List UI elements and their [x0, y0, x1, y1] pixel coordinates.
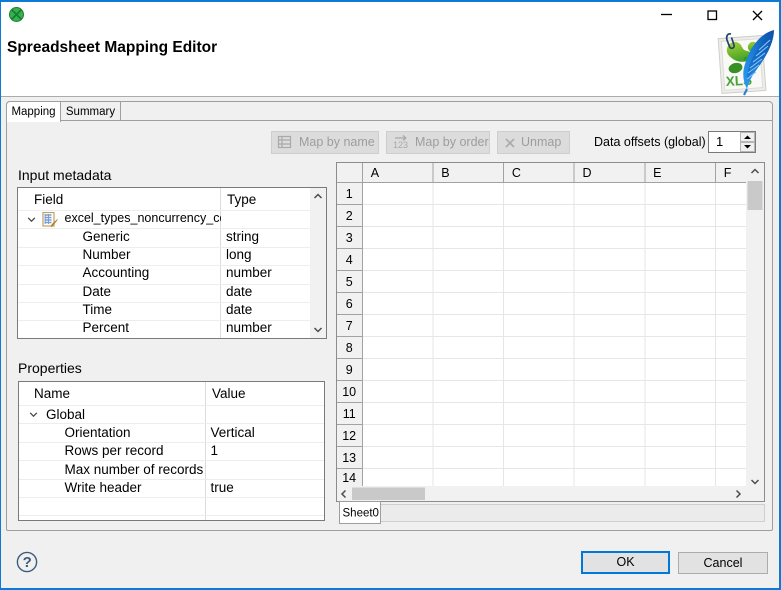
svg-text:123: 123: [393, 140, 408, 150]
svg-text:5: 5: [346, 275, 353, 289]
svg-text:13: 13: [342, 451, 356, 465]
svg-text:E: E: [653, 166, 661, 180]
svg-text:11: 11: [343, 407, 356, 421]
svg-text:9: 9: [346, 363, 353, 377]
svg-text:12: 12: [342, 429, 356, 443]
svg-text:8: 8: [346, 341, 353, 355]
svg-text:B: B: [441, 166, 449, 180]
svg-text:C: C: [512, 166, 521, 180]
svg-text:D: D: [583, 166, 592, 180]
svg-text:?: ?: [23, 554, 32, 571]
svg-text:4: 4: [346, 253, 353, 267]
svg-text:7: 7: [346, 319, 353, 333]
svg-text:6: 6: [346, 297, 353, 311]
svg-text:A: A: [371, 166, 380, 180]
svg-text:14: 14: [342, 471, 356, 485]
svg-text:Sheet0: Sheet0: [343, 508, 379, 520]
svg-text:10: 10: [342, 385, 356, 399]
svg-text:2: 2: [346, 209, 353, 223]
svg-text:1: 1: [346, 187, 353, 201]
svg-text:F: F: [724, 166, 732, 180]
svg-text:3: 3: [346, 231, 353, 245]
